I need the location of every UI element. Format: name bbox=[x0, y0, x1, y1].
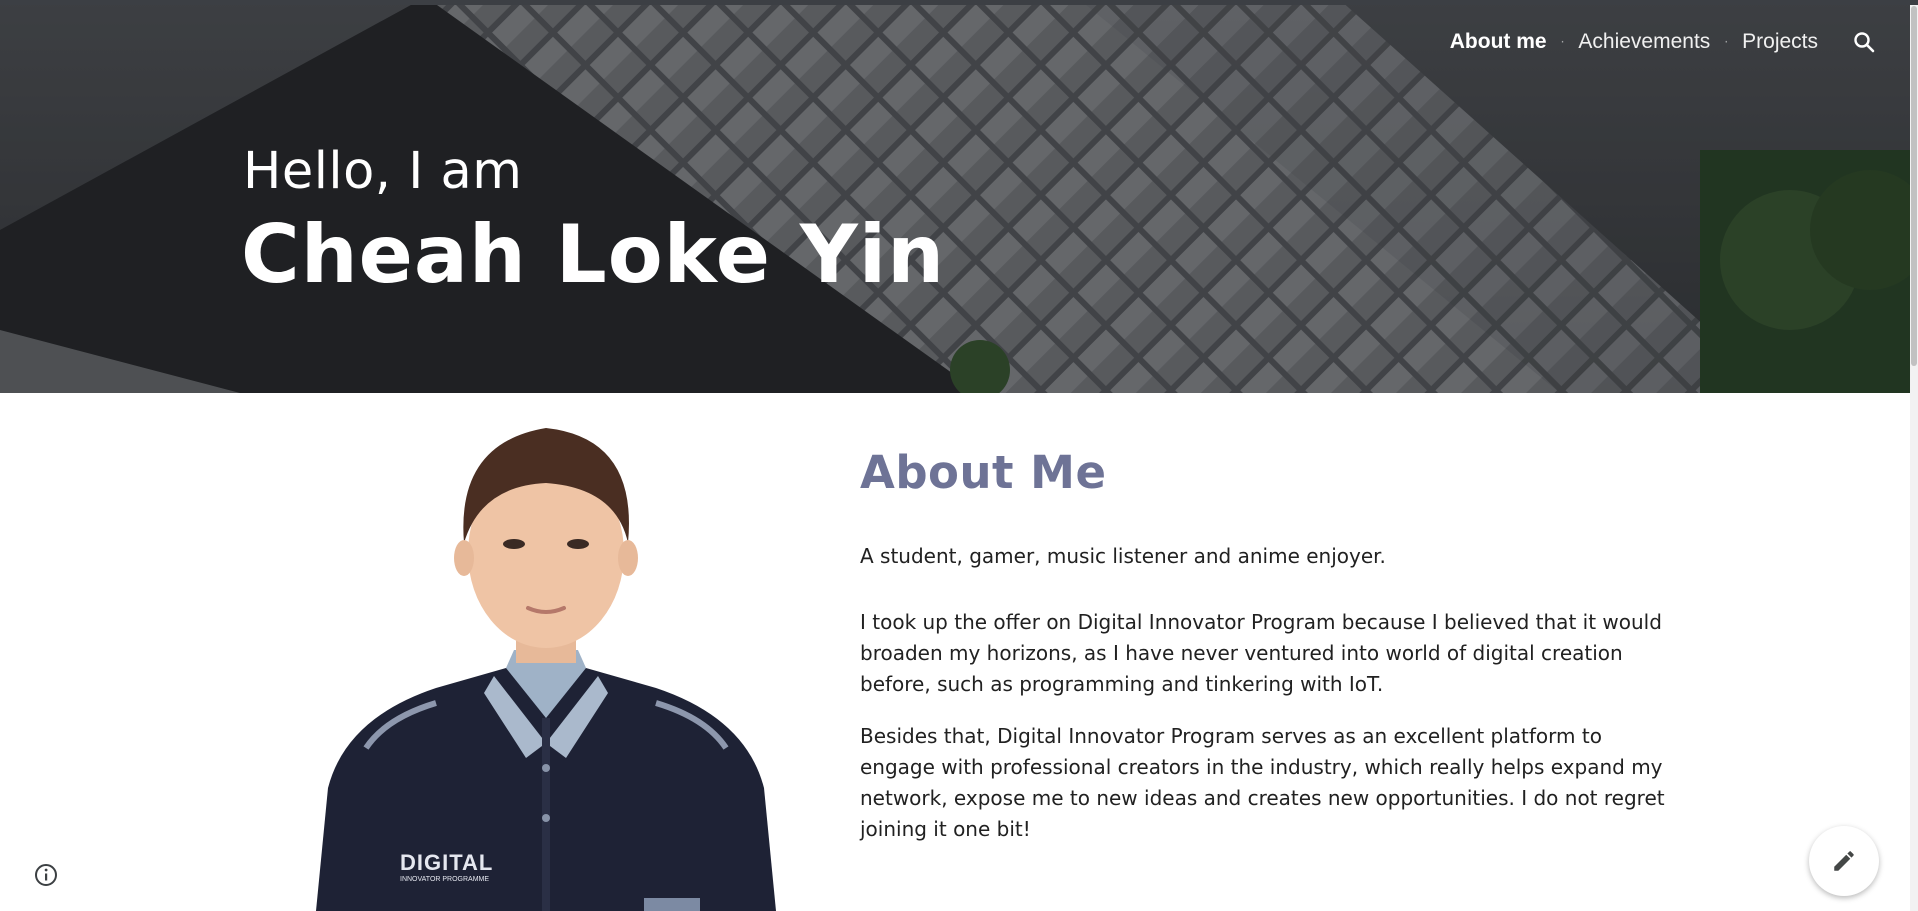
nav-item-projects[interactable]: Projects bbox=[1734, 26, 1826, 58]
search-icon[interactable] bbox=[1848, 26, 1880, 58]
info-icon[interactable] bbox=[33, 862, 59, 888]
nav-item-about-me[interactable]: About me bbox=[1442, 26, 1555, 58]
nav-separator: · bbox=[1724, 35, 1729, 49]
top-border bbox=[0, 0, 1918, 5]
nav-item-achievements[interactable]: Achievements bbox=[1570, 26, 1718, 58]
scrollbar-thumb[interactable] bbox=[1911, 6, 1917, 366]
badge-line-1: DIGITAL bbox=[400, 850, 494, 875]
pencil-icon bbox=[1834, 851, 1854, 871]
hero-greeting: Hello, I am bbox=[243, 142, 523, 201]
page-scrollbar[interactable] bbox=[1910, 0, 1918, 911]
portrait-photo: DIGITAL INNOVATOR PROGRAMME bbox=[316, 418, 776, 911]
hero-banner: About me · Achievements · Projects Hello… bbox=[0, 0, 1910, 393]
about-paragraph-2: I took up the offer on Digital Innovator… bbox=[860, 610, 1662, 696]
about-title: About Me bbox=[860, 446, 1107, 499]
about-paragraph-3: Besides that, Digital Innovator Program … bbox=[860, 724, 1665, 841]
badge-text: DIGITAL INNOVATOR PROGRAMME bbox=[400, 850, 494, 884]
about-paragraph-1: A student, gamer, music listener and ani… bbox=[860, 544, 1386, 568]
badge-line-2: INNOVATOR PROGRAMME bbox=[400, 876, 490, 883]
top-navigation: About me · Achievements · Projects bbox=[1442, 26, 1880, 58]
hero-name: Cheah Loke Yin bbox=[241, 208, 946, 301]
edit-button[interactable] bbox=[1809, 826, 1879, 896]
nav-separator: · bbox=[1560, 35, 1565, 49]
